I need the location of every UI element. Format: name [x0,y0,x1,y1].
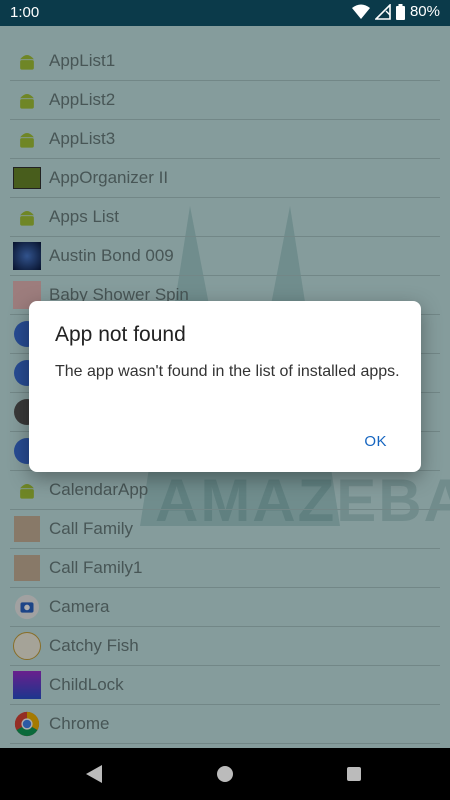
navigation-bar [0,748,450,800]
recents-icon[interactable] [347,767,361,781]
ok-button[interactable]: OK [356,427,395,456]
dialog-message: The app wasn't found in the list of inst… [55,363,400,380]
dialog-title: App not found [55,323,186,346]
home-icon[interactable] [217,766,233,782]
app-not-found-dialog: App not found The app wasn't found in th… [29,301,421,472]
status-time: 1:00 [10,4,40,21]
status-icons: 80% [351,3,440,20]
wifi-icon [351,4,370,19]
back-icon[interactable] [86,765,102,783]
signal-icon [374,3,391,20]
status-bar: 1:00 80% [0,0,450,26]
battery-level: 80% [409,3,440,20]
battery-icon [395,3,405,20]
